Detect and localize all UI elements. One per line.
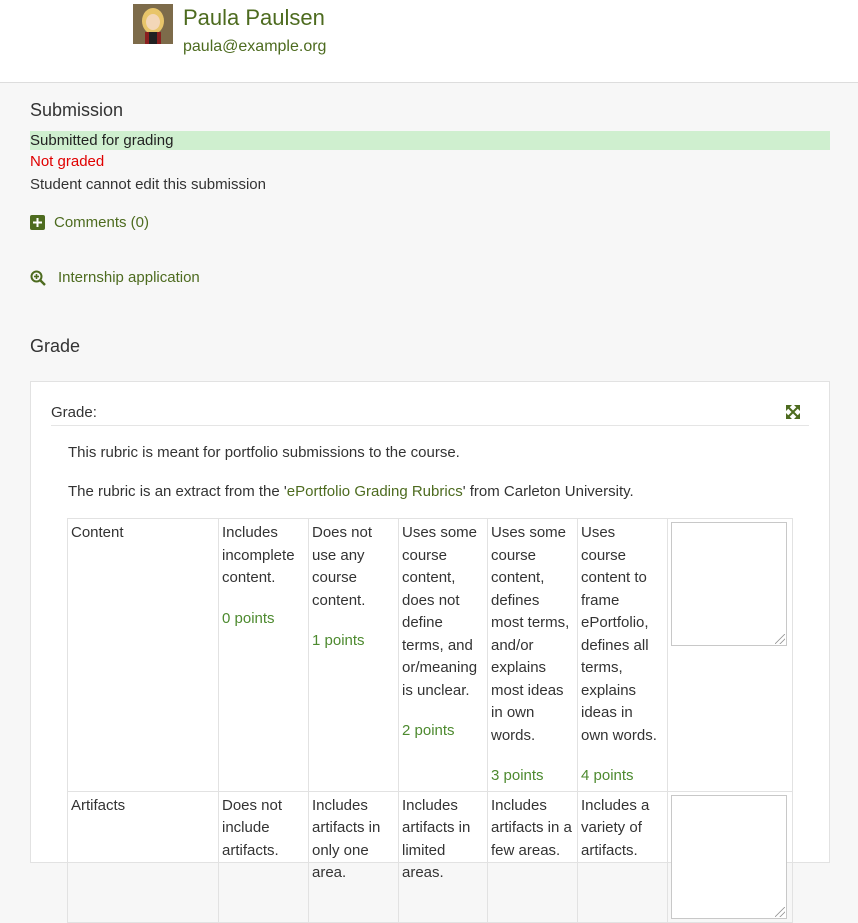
rubric-level[interactable]: Includes artifacts in a few areas. [487, 790, 578, 923]
user-header: Paula Paulsen paula@example.org [0, 0, 858, 83]
comments-toggle[interactable]: Comments (0) [30, 214, 149, 231]
rubric-level[interactable]: Uses course content to frame ePortfolio,… [577, 518, 668, 792]
level-points: 1 points [312, 632, 365, 649]
expand-icon[interactable] [785, 404, 801, 420]
rubric-criterion-row: Artifacts Does not include artifacts. In… [67, 790, 793, 923]
file-link[interactable]: Internship application [58, 269, 200, 286]
rubric-level[interactable]: Includes artifacts in only one area. [308, 790, 399, 923]
rubric-source-link[interactable]: ePortfolio Grading Rubrics [287, 483, 463, 500]
comments-label: Comments (0) [54, 214, 150, 231]
rubric-criterion-row: Content Includes incomplete content. 0 po… [67, 518, 793, 792]
user-email[interactable]: paula@example.org [183, 38, 326, 56]
grade-label: Grade: [51, 404, 97, 421]
rubric-level[interactable]: Includes incomplete content. 0 points [218, 518, 309, 792]
edit-status: Student cannot edit this submission [30, 176, 266, 193]
remark-textarea[interactable] [671, 794, 787, 919]
remark-textarea[interactable] [671, 522, 787, 646]
rubric-level[interactable]: Uses some course content, defines most t… [487, 518, 578, 792]
level-points: 2 points [402, 722, 455, 739]
user-avatar [133, 4, 173, 44]
rubric-level[interactable]: Does not include artifacts. [218, 790, 309, 923]
criterion-name: Artifacts [67, 790, 219, 923]
avatar-image [133, 4, 173, 44]
rubric-level[interactable]: Uses some course content, does not defin… [398, 518, 488, 792]
grade-panel: Grade: This rubric is meant for portfoli… [30, 381, 830, 923]
rubric-level[interactable]: Includes artifacts in limited areas. [398, 790, 488, 923]
submission-heading: Submission [30, 100, 124, 120]
zoom-in-icon [30, 270, 46, 286]
plus-square-icon [30, 215, 45, 230]
remark-cell [667, 518, 793, 792]
file-link-row[interactable]: Internship application [30, 269, 200, 286]
level-points: 4 points [581, 767, 634, 784]
grading-status: Not graded [30, 153, 105, 170]
rubric-level[interactable]: Includes a variety of artifacts. [577, 790, 668, 923]
rubric-description: This rubric is meant for portfolio submi… [68, 444, 460, 461]
rubric-source: The rubric is an extract from the 'ePort… [68, 483, 634, 500]
rubric-table: Content Includes incomplete content. 0 po… [67, 518, 793, 923]
user-name[interactable]: Paula Paulsen [183, 5, 325, 31]
remark-cell [667, 790, 793, 923]
rubric-level[interactable]: Does not use any course content. 1 points [308, 518, 399, 792]
level-points: 3 points [491, 767, 544, 784]
grade-panel-header: Grade: [51, 404, 809, 426]
grade-heading: Grade [30, 336, 81, 356]
submission-status: Submitted for grading [30, 131, 830, 150]
level-points: 0 points [222, 609, 275, 627]
criterion-name: Content [67, 518, 219, 792]
